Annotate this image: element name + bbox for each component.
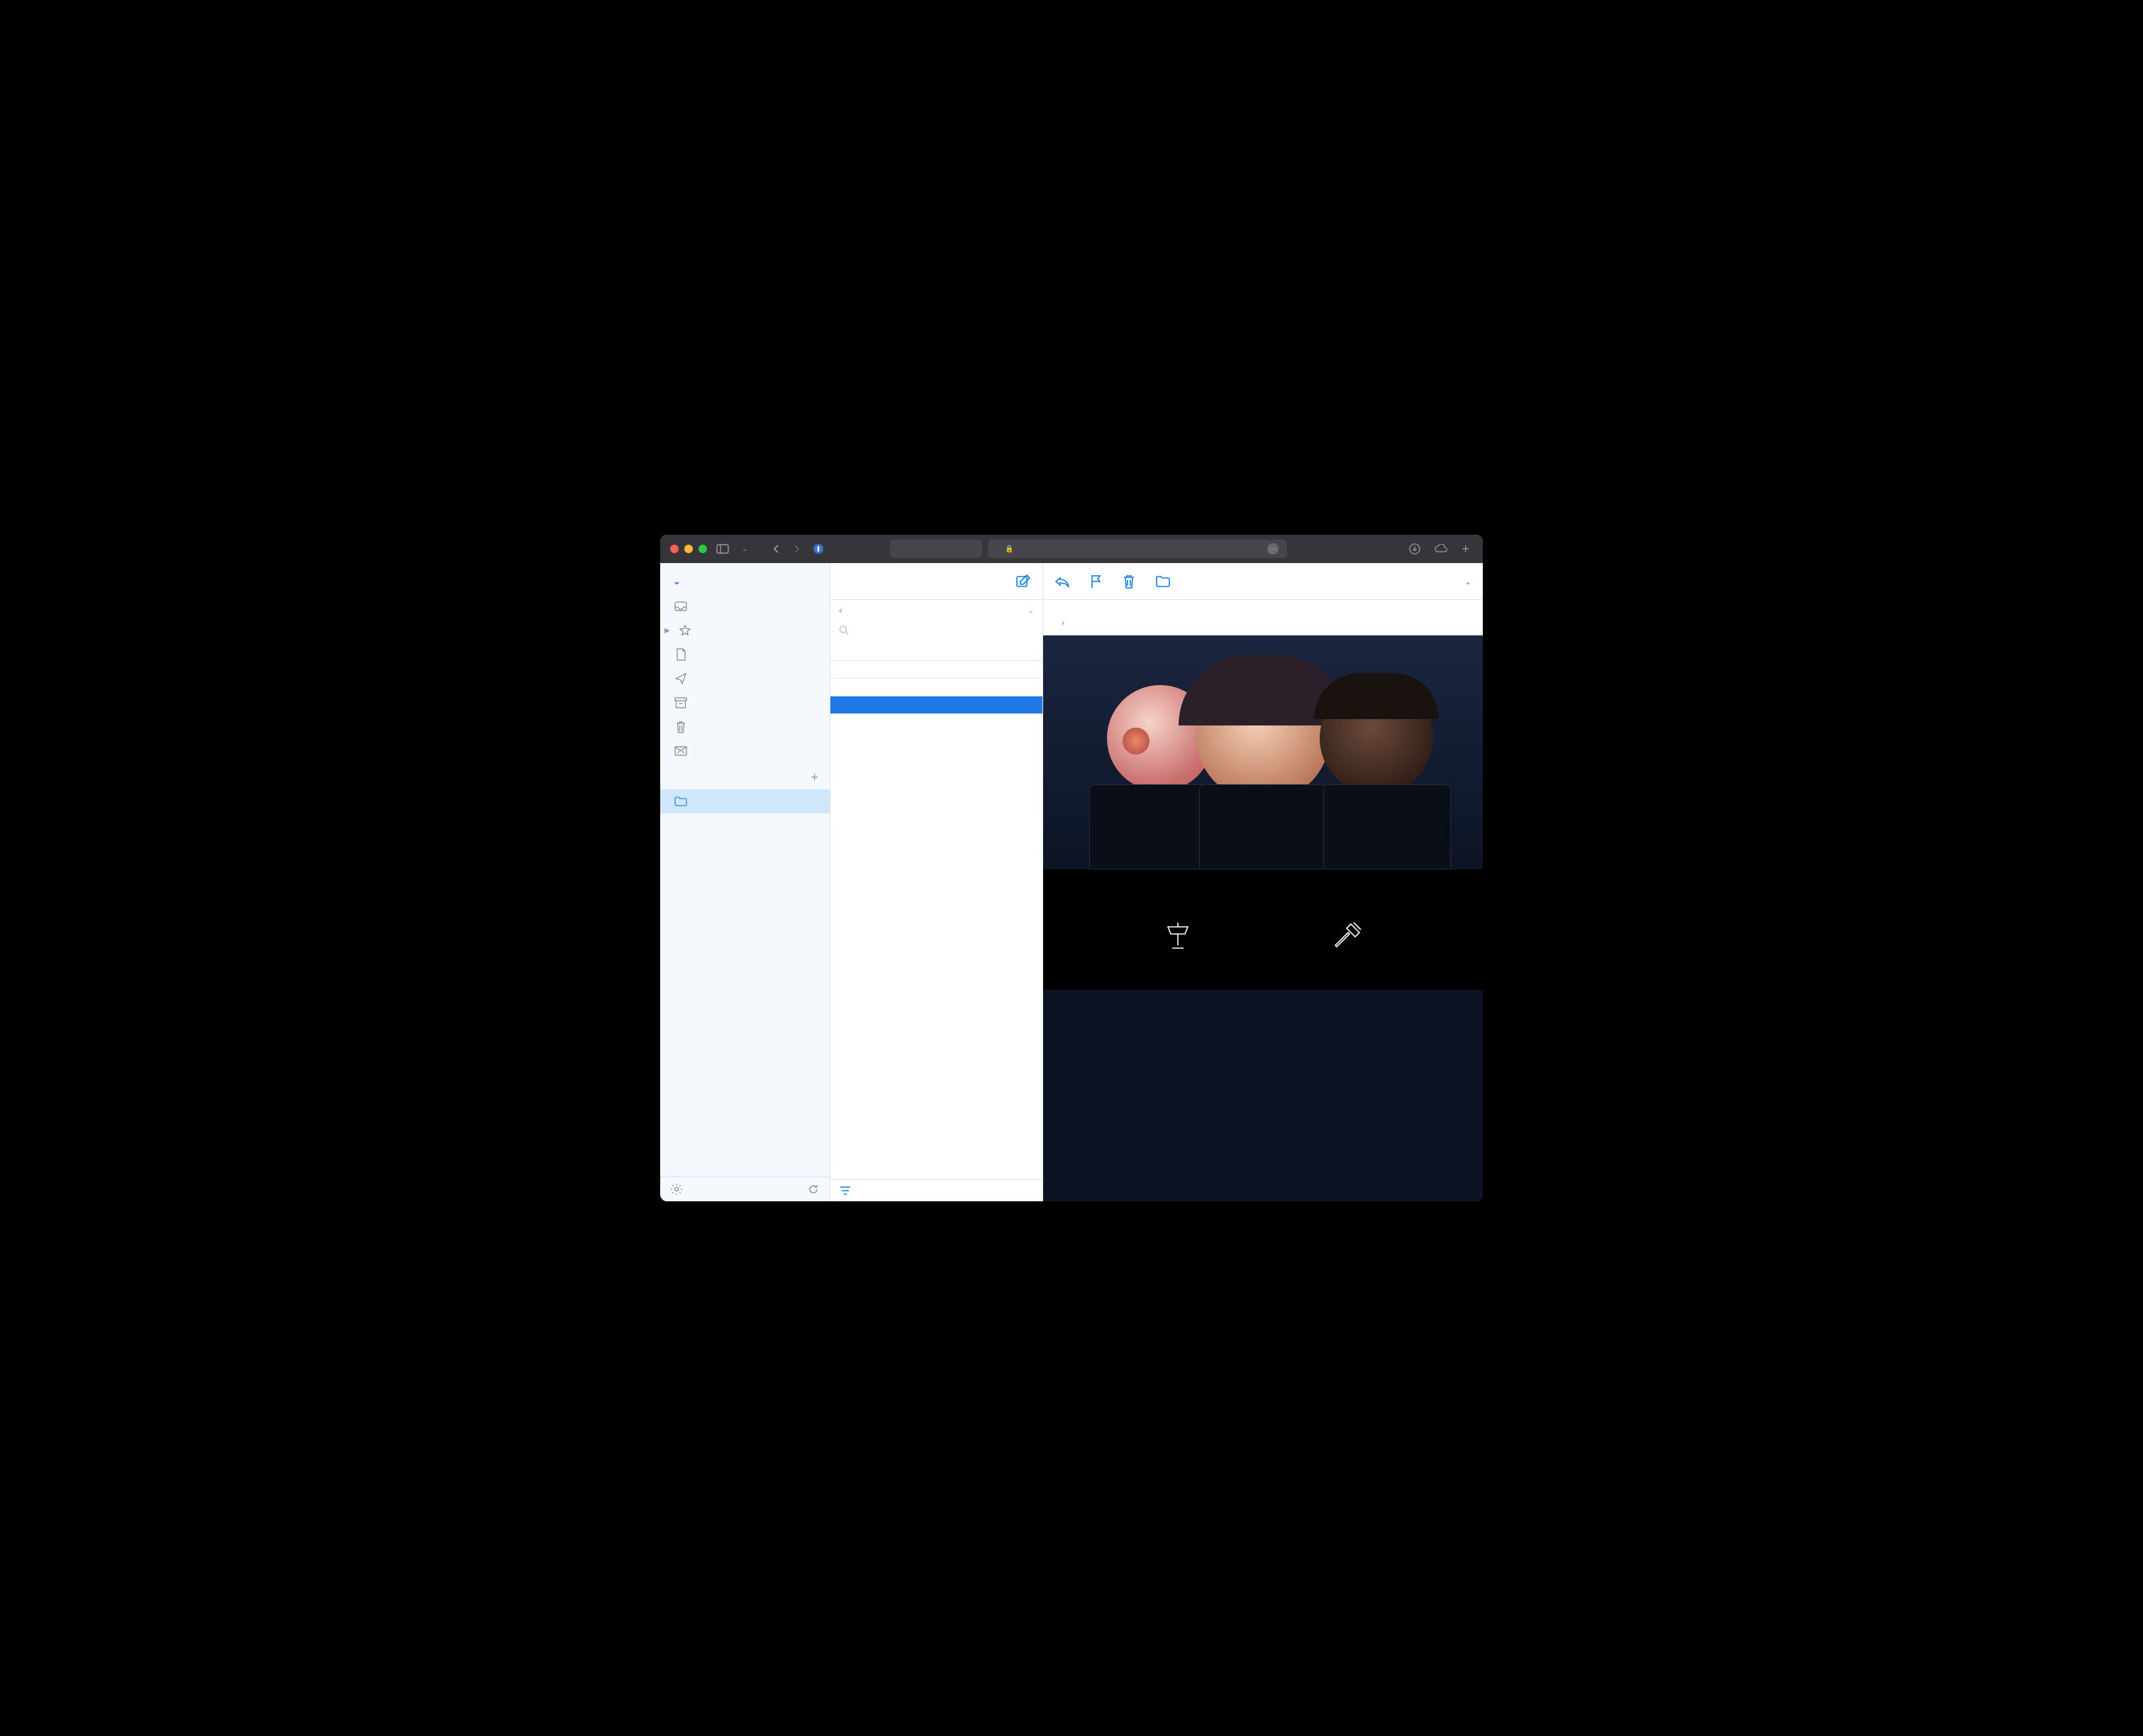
sidebar-folder-apple[interactable] — [660, 789, 830, 813]
flag-button[interactable] — [1090, 574, 1103, 589]
sidebar-item-trash[interactable] — [660, 715, 830, 739]
refresh-icon[interactable] — [807, 1183, 820, 1196]
archive-icon — [674, 696, 687, 709]
sidebar-toggle-icon[interactable] — [713, 544, 733, 554]
reader-badge-icon[interactable]: ⋯ — [1267, 543, 1279, 555]
filter-icon[interactable] — [839, 1186, 1034, 1196]
mail-sidebar: ⌄ ▶ — [660, 563, 830, 1201]
gear-icon[interactable] — [670, 1183, 683, 1196]
chevron-down-icon: ⌄ — [673, 576, 681, 586]
chevron-down-icon[interactable]: ⌄ — [738, 545, 751, 553]
keynote-icon — [1162, 919, 1194, 952]
sidebar-item-vip[interactable]: ▶ — [660, 618, 830, 642]
back-button[interactable] — [769, 544, 784, 554]
session-sotu[interactable] — [1332, 919, 1364, 962]
downloads-icon[interactable] — [1406, 542, 1424, 557]
draft-icon — [674, 648, 687, 661]
forward-button[interactable] — [789, 544, 803, 554]
message-item[interactable] — [830, 679, 1042, 696]
address-bar[interactable]: 🔒 ⋯ — [988, 540, 1287, 558]
junk-icon — [674, 745, 687, 757]
message-item-selected[interactable] — [830, 696, 1042, 714]
sidebar-item-junk[interactable] — [660, 739, 830, 763]
sidebar-item-drafts[interactable] — [660, 642, 830, 667]
message-header: › — [1043, 600, 1483, 635]
message-body[interactable] — [1043, 635, 1483, 1201]
sidebar-item-sent[interactable] — [660, 667, 830, 691]
sent-icon — [674, 672, 687, 685]
window-controls — [670, 545, 707, 553]
session-keynote[interactable] — [1162, 919, 1194, 962]
1password-icon[interactable] — [809, 543, 828, 555]
message-list-pane: ‹ ⌄ — [830, 563, 1043, 1201]
memoji-avatar — [1196, 667, 1330, 802]
add-folder-button[interactable]: + — [811, 770, 818, 785]
browser-window: ⌄ 🔒 ⋯ + — [660, 535, 1483, 1201]
search-input[interactable] — [853, 624, 1034, 636]
compose-button[interactable] — [1015, 574, 1031, 589]
browser-tab[interactable] — [890, 540, 982, 558]
titlebar: ⌄ 🔒 ⋯ + — [660, 535, 1483, 563]
chevron-right-icon: › — [1062, 619, 1064, 628]
minimize-window-button[interactable] — [684, 545, 693, 553]
list-back-button[interactable]: ‹ — [839, 604, 842, 616]
account-menu[interactable]: ⌄ — [1465, 575, 1471, 587]
close-window-button[interactable] — [670, 545, 679, 553]
move-button[interactable] — [1155, 575, 1171, 588]
icloud-tabs-icon[interactable] — [1431, 542, 1451, 557]
chevron-down-icon: ⌄ — [1028, 607, 1034, 615]
search-field[interactable] — [830, 620, 1042, 643]
star-icon — [679, 624, 691, 637]
reader-pane: ⌄ › — [1043, 563, 1483, 1201]
expand-caret-icon[interactable]: ▶ — [664, 627, 670, 635]
fullscreen-window-button[interactable] — [698, 545, 707, 553]
hero-image — [1043, 635, 1483, 869]
memoji-avatar — [1320, 681, 1433, 795]
reply-button[interactable] — [1054, 575, 1070, 588]
hammer-icon — [1332, 919, 1364, 952]
folder-icon — [674, 795, 687, 808]
sidebar-item-inbox[interactable] — [660, 594, 830, 618]
reader-toolbar: ⌄ — [1043, 563, 1483, 600]
inbox-icon — [674, 600, 687, 613]
sidebar-item-archive[interactable] — [660, 691, 830, 715]
new-tab-button[interactable]: + — [1458, 542, 1473, 557]
sort-button[interactable]: ⌄ — [1028, 605, 1034, 615]
delete-button[interactable] — [1123, 574, 1135, 589]
chevron-down-icon: ⌄ — [1465, 578, 1471, 586]
laptop-graphic — [1323, 784, 1451, 869]
lock-icon: 🔒 — [1005, 545, 1013, 553]
from-name[interactable]: › — [1062, 617, 1064, 628]
app-title[interactable]: ⌄ — [660, 563, 830, 594]
trash-icon — [674, 720, 687, 733]
message-item[interactable] — [830, 643, 1042, 661]
message-item[interactable] — [830, 661, 1042, 679]
laptop-graphic — [1089, 784, 1217, 869]
search-icon — [839, 625, 849, 635]
laptop-graphic — [1199, 784, 1327, 869]
folders-section-header: + — [660, 763, 830, 789]
